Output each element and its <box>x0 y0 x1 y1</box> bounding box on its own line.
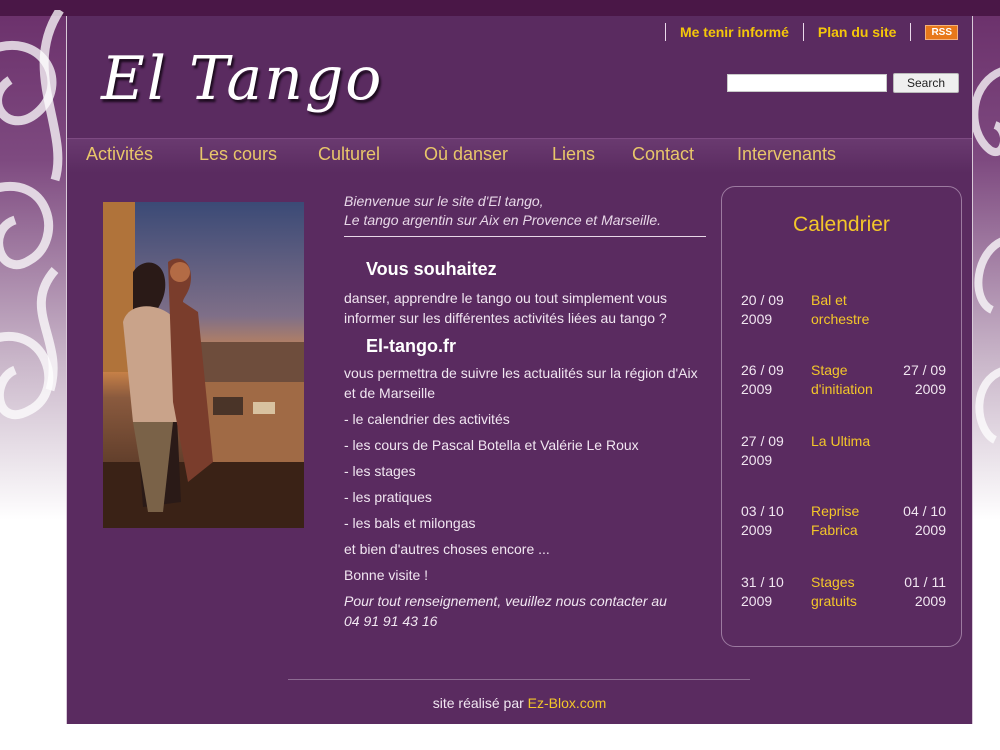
event-title[interactable]: La Ultima <box>811 433 870 449</box>
main-nav: Activités Les cours Culturel Où danser L… <box>67 138 972 173</box>
nav-item-intervenants[interactable]: Intervenants <box>737 144 836 165</box>
list-item: - les bals et milongas <box>344 515 476 531</box>
footer-link[interactable]: Ez-Blox.com <box>528 695 607 711</box>
calendar-panel: Calendrier 20 / 09 2009 Bal et orchestre 2… <box>721 186 962 647</box>
top-band <box>0 0 1000 16</box>
paragraph-1: danser, apprendre le tango ou tout simpl… <box>344 290 667 326</box>
event-start-date: 27 / 09 <box>741 433 784 449</box>
nav-item-contact[interactable]: Contact <box>632 144 694 165</box>
event-start-year: 2009 <box>741 593 773 609</box>
event-title-cont[interactable]: d'initiation <box>811 381 873 397</box>
event-start-year: 2009 <box>741 452 773 468</box>
calendar-event[interactable]: 26 / 09 2009 Stage d'initiation 27 / 09 200… <box>741 361 946 401</box>
event-start-year: 2009 <box>741 381 773 397</box>
search-button[interactable]: Search <box>893 73 959 93</box>
nav-item-liens[interactable]: Liens <box>552 144 595 165</box>
welcome-line-1: Bienvenue sur le site d'El tango, <box>344 193 544 209</box>
event-end-date: 27 / 09 <box>903 362 946 378</box>
footer-divider <box>288 679 750 680</box>
separator <box>910 23 912 41</box>
main-content: Bienvenue sur le site d'El tango, Le tan… <box>344 192 706 631</box>
event-title[interactable]: Bal et <box>811 292 847 308</box>
search-bar: Search <box>727 73 959 93</box>
footer: site réalisé par Ez-Blox.com <box>67 695 972 711</box>
event-title[interactable]: Stage <box>811 362 848 378</box>
event-start-date: 31 / 10 <box>741 574 784 590</box>
event-title-cont[interactable]: gratuits <box>811 593 857 609</box>
paragraph-2: vous permettra de suivre les actualités … <box>344 365 698 401</box>
calendar-event[interactable]: 31 / 10 2009 Stages gratuits 01 / 11 2009 <box>741 573 946 613</box>
event-end-date: 01 / 11 <box>904 574 946 590</box>
event-end-year: 2009 <box>914 381 946 397</box>
heading-el-tango-fr: El-tango.fr <box>366 336 456 356</box>
calendar-title: Calendrier <box>793 213 890 236</box>
event-end-date: 04 / 10 <box>903 503 946 519</box>
nav-item-ou-danser[interactable]: Où danser <box>424 144 508 165</box>
divider <box>344 236 706 237</box>
more-text: et bien d'autres choses encore ... <box>344 541 550 557</box>
calendar-event[interactable]: 03 / 10 2009 Reprise Fabrica 04 / 10 2009 <box>741 502 946 542</box>
event-title[interactable]: Stages <box>811 574 855 590</box>
search-input[interactable] <box>727 74 887 92</box>
site-logo[interactable]: El Tango <box>101 44 383 114</box>
event-title[interactable]: Reprise <box>811 503 859 519</box>
welcome-line-2: Le tango argentin sur Aix en Provence et… <box>344 212 661 228</box>
bonne-visite-text: Bonne visite ! <box>344 567 429 583</box>
event-end-year: 2009 <box>914 593 946 609</box>
tango-photo <box>103 202 304 528</box>
event-end-year: 2009 <box>914 522 946 538</box>
nav-item-activites[interactable]: Activités <box>86 144 153 165</box>
event-title-cont[interactable]: Fabrica <box>811 522 858 538</box>
contact-line-1: Pour tout renseignement, veuillez nous c… <box>344 593 667 609</box>
swirl-decoration-left <box>0 10 70 510</box>
list-item: - les cours de Pascal Botella et Valérie… <box>344 437 639 453</box>
swirl-decoration-right <box>970 10 1000 510</box>
calendar-event[interactable]: 27 / 09 2009 La Ultima <box>741 432 946 472</box>
plan-du-site-link[interactable]: Plan du site <box>818 24 897 40</box>
page-container: Me tenir informé Plan du site RSS El Tan… <box>66 16 973 724</box>
rss-badge[interactable]: RSS <box>925 24 958 40</box>
me-tenir-informe-link[interactable]: Me tenir informé <box>680 24 789 40</box>
event-start-year: 2009 <box>741 522 773 538</box>
event-start-date: 03 / 10 <box>741 503 784 519</box>
list-item: - les stages <box>344 463 416 479</box>
event-title-cont[interactable]: orchestre <box>811 311 869 327</box>
footer-text: site réalisé par <box>432 695 524 711</box>
separator <box>664 23 666 41</box>
top-links: Me tenir informé Plan du site RSS <box>651 22 958 42</box>
heading-vous-souhaitez: Vous souhaitez <box>366 259 497 279</box>
calendar-event[interactable]: 20 / 09 2009 Bal et orchestre <box>741 291 946 331</box>
contact-phone: 04 91 91 43 16 <box>344 613 438 629</box>
event-start-date: 26 / 09 <box>741 362 784 378</box>
event-start-year: 2009 <box>741 311 773 327</box>
list-item: - les pratiques <box>344 489 432 505</box>
list-item: - le calendrier des activités <box>344 411 510 427</box>
event-start-date: 20 / 09 <box>741 292 784 308</box>
nav-item-les-cours[interactable]: Les cours <box>199 144 277 165</box>
nav-item-culturel[interactable]: Culturel <box>318 144 380 165</box>
separator <box>802 23 804 41</box>
